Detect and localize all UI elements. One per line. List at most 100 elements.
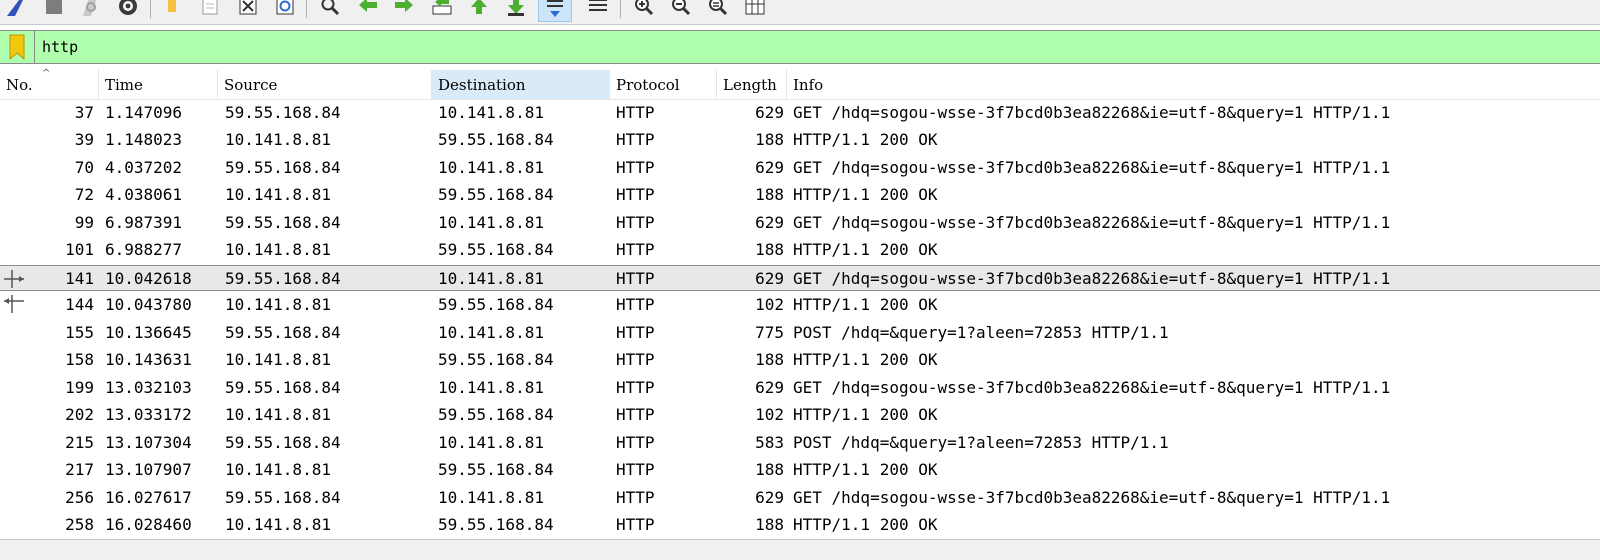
packet-source: 59.55.168.84 — [225, 158, 341, 177]
packet-destination: 59.55.168.84 — [438, 515, 554, 534]
packet-source: 59.55.168.84 — [225, 323, 341, 342]
table-row[interactable]: 217 13.107907 10.141.8.81 59.55.168.84 HTTP 1… — [0, 456, 1600, 482]
column-header-protocol[interactable]: Protocol — [610, 70, 717, 99]
packet-destination: 59.55.168.84 — [438, 350, 554, 369]
open-file-icon[interactable] — [160, 0, 184, 20]
table-row[interactable]: 202 13.033172 10.141.8.81 59.55.168.84 HTTP 1… — [0, 401, 1600, 427]
packet-number: 37 — [74, 103, 94, 122]
packet-number: 258 — [65, 515, 94, 534]
packet-info: POST /hdq=&query=1?aleen=72853 HTTP/1.1 — [793, 433, 1169, 452]
packet-length: 188 — [755, 460, 784, 479]
packet-length: 629 — [755, 488, 784, 507]
table-row[interactable]: 199 13.032103 59.55.168.84 10.141.8.81 HTTP 6… — [0, 374, 1600, 400]
packet-number: 256 — [65, 488, 94, 507]
packet-protocol: HTTP — [616, 405, 655, 424]
table-row[interactable]: 158 10.143631 10.141.8.81 59.55.168.84 HTTP 1… — [0, 346, 1600, 372]
column-header-source[interactable]: Source — [218, 70, 432, 99]
packet-length: 629 — [755, 269, 784, 288]
packet-source: 10.141.8.81 — [225, 460, 331, 479]
column-header-info[interactable]: Info — [787, 70, 1600, 99]
shark-fin-icon[interactable] — [4, 0, 28, 20]
packet-time: 13.107907 — [105, 460, 192, 479]
table-row[interactable]: 141 10.042618 59.55.168.84 10.141.8.81 HTTP 6… — [0, 265, 1600, 291]
packet-length: 188 — [755, 240, 784, 259]
packet-info: GET /hdq=sogou-wsse-3f7bcd0b3ea82268&ie=… — [793, 158, 1391, 177]
packet-destination: 59.55.168.84 — [438, 185, 554, 204]
packet-destination: 10.141.8.81 — [438, 103, 544, 122]
go-forward-icon[interactable] — [392, 0, 416, 20]
packet-length: 629 — [755, 213, 784, 232]
colorize-icon[interactable] — [586, 0, 610, 20]
table-row[interactable]: 144 10.043780 10.141.8.81 59.55.168.84 HTTP 1… — [0, 291, 1600, 317]
table-row[interactable]: 72 4.038061 10.141.8.81 59.55.168.84 HTTP 188… — [0, 181, 1600, 207]
packet-source: 59.55.168.84 — [225, 269, 341, 288]
restart-icon[interactable] — [78, 0, 102, 20]
packet-number: 155 — [65, 323, 94, 342]
display-filter-input[interactable] — [42, 37, 1542, 57]
packet-length: 629 — [755, 103, 784, 122]
packet-info: GET /hdq=sogou-wsse-3f7bcd0b3ea82268&ie=… — [793, 103, 1391, 122]
packet-number: 70 — [74, 158, 94, 177]
stop-icon[interactable] — [42, 0, 66, 20]
packet-info: HTTP/1.1 200 OK — [793, 350, 938, 369]
packet-time: 4.037202 — [105, 158, 183, 177]
packet-time: 16.027617 — [105, 488, 192, 507]
packet-info: HTTP/1.1 200 OK — [793, 240, 938, 259]
capture-options-icon[interactable] — [116, 0, 140, 20]
packet-protocol: HTTP — [616, 488, 655, 507]
packet-protocol: HTTP — [616, 269, 655, 288]
packet-time: 10.143631 — [105, 350, 192, 369]
packet-destination: 10.141.8.81 — [438, 213, 544, 232]
request-arrow-icon — [4, 270, 24, 288]
packet-number: 217 — [65, 460, 94, 479]
packet-protocol: HTTP — [616, 103, 655, 122]
table-row[interactable]: 70 4.037202 59.55.168.84 10.141.8.81 HTTP 629… — [0, 154, 1600, 180]
packet-destination: 10.141.8.81 — [438, 269, 544, 288]
packet-destination: 10.141.8.81 — [438, 158, 544, 177]
table-row[interactable]: 215 13.107304 59.55.168.84 10.141.8.81 HTTP 5… — [0, 429, 1600, 455]
packet-info: GET /hdq=sogou-wsse-3f7bcd0b3ea82268&ie=… — [793, 488, 1391, 507]
table-row[interactable]: 99 6.987391 59.55.168.84 10.141.8.81 HTTP 629… — [0, 209, 1600, 235]
auto-scroll-icon[interactable] — [538, 0, 572, 22]
table-row[interactable]: 39 1.148023 10.141.8.81 59.55.168.84 HTTP 188… — [0, 126, 1600, 152]
go-last-icon[interactable] — [504, 0, 528, 20]
save-file-icon[interactable] — [198, 0, 222, 20]
packet-time: 6.988277 — [105, 240, 183, 259]
table-row[interactable]: 37 1.147096 59.55.168.84 10.141.8.81 HTTP 629… — [0, 99, 1600, 125]
go-back-icon[interactable] — [356, 0, 380, 20]
horizontal-scrollbar[interactable] — [0, 539, 1600, 560]
packet-info: GET /hdq=sogou-wsse-3f7bcd0b3ea82268&ie=… — [793, 269, 1391, 288]
packet-length: 188 — [755, 130, 784, 149]
go-to-packet-icon[interactable] — [430, 0, 454, 20]
packet-protocol: HTTP — [616, 240, 655, 259]
table-row[interactable]: 258 16.028460 10.141.8.81 59.55.168.84 HTTP 1… — [0, 511, 1600, 537]
packet-time: 1.148023 — [105, 130, 183, 149]
column-header-no[interactable]: No. — [0, 70, 99, 99]
reload-file-icon[interactable] — [273, 0, 297, 20]
packet-time: 6.987391 — [105, 213, 183, 232]
packet-length: 188 — [755, 515, 784, 534]
find-packet-icon[interactable] — [318, 0, 342, 20]
normal-size-icon[interactable] — [706, 0, 730, 20]
bookmark-icon[interactable] — [0, 31, 35, 63]
packet-number: 39 — [74, 130, 94, 149]
column-header-length[interactable]: Length — [717, 70, 787, 99]
packet-protocol: HTTP — [616, 515, 655, 534]
column-header-time[interactable]: Time — [99, 70, 218, 99]
packet-length: 188 — [755, 185, 784, 204]
packet-destination: 59.55.168.84 — [438, 295, 554, 314]
column-header-destination[interactable]: Destination — [432, 70, 610, 99]
go-first-icon[interactable] — [467, 0, 491, 20]
packet-info: HTTP/1.1 200 OK — [793, 405, 938, 424]
zoom-out-icon[interactable] — [669, 0, 693, 20]
zoom-in-icon[interactable] — [632, 0, 656, 20]
packet-source: 59.55.168.84 — [225, 213, 341, 232]
table-row[interactable]: 101 6.988277 10.141.8.81 59.55.168.84 HTTP 18… — [0, 236, 1600, 262]
table-row[interactable]: 256 16.027617 59.55.168.84 10.141.8.81 HTTP 6… — [0, 484, 1600, 510]
resize-columns-icon[interactable] — [743, 0, 767, 20]
table-row[interactable]: 155 10.136645 59.55.168.84 10.141.8.81 HTTP 7… — [0, 319, 1600, 345]
column-header-row: ^ No. Time Source Destination Protocol L… — [0, 68, 1600, 100]
packet-number: 215 — [65, 433, 94, 452]
close-file-icon[interactable] — [236, 0, 260, 20]
packet-source: 59.55.168.84 — [225, 378, 341, 397]
